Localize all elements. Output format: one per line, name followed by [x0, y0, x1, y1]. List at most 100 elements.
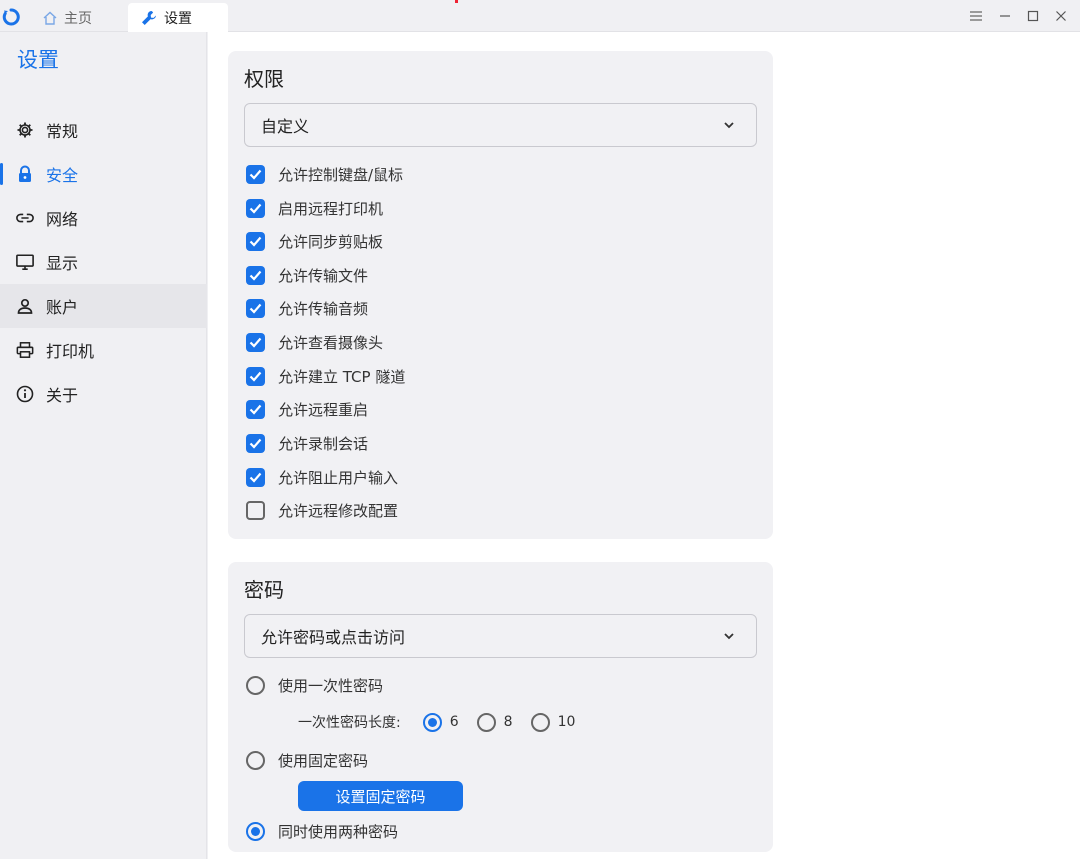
one-time-password-option[interactable]: 使用一次性密码: [246, 673, 383, 697]
tab-home[interactable]: 主页: [40, 3, 120, 32]
perm-clipboard[interactable]: 允许同步剪贴板: [246, 229, 383, 253]
radio-selected[interactable]: [246, 821, 265, 841]
perm-record-session[interactable]: 允许录制会话: [246, 431, 368, 455]
both-passwords-option[interactable]: 同时使用两种密码: [246, 819, 398, 843]
link-icon: [16, 209, 34, 227]
perm-remote-printer[interactable]: 启用远程打印机: [246, 196, 383, 220]
checkbox-label: 允许控制键盘/鼠标: [278, 165, 404, 184]
length-value: 6: [449, 714, 459, 730]
radio-label: 使用固定密码: [278, 751, 369, 770]
checkbox-label: 允许同步剪贴板: [278, 232, 384, 251]
sidebar-item-label: 打印机: [46, 342, 95, 361]
checkbox-label: 允许建立 TCP 隧道: [278, 367, 406, 386]
sidebar-item-security[interactable]: 安全: [0, 152, 207, 196]
tab-settings[interactable]: 设置: [128, 3, 228, 32]
checkbox-checked[interactable]: [246, 198, 265, 218]
tab-home-label: 主页: [64, 10, 92, 27]
chevron-down-icon: [724, 633, 734, 640]
password-mode-value: 允许密码或点击访问: [261, 628, 406, 647]
checkbox-checked[interactable]: [246, 164, 265, 184]
menu-icon[interactable]: [968, 8, 984, 24]
home-icon: [43, 11, 57, 25]
sidebar-item-display[interactable]: 显示: [0, 240, 207, 284]
chevron-down-icon: [724, 122, 734, 129]
checkbox-label: 允许阻止用户输入: [278, 468, 399, 487]
sidebar-item-about[interactable]: 关于: [0, 372, 207, 416]
sidebar-title: 设置: [17, 48, 59, 72]
info-icon: [16, 385, 34, 403]
radio-unselected[interactable]: [530, 712, 550, 732]
sidebar-item-network[interactable]: 网络: [0, 196, 207, 240]
set-fixed-password-button[interactable]: 设置固定密码: [298, 781, 463, 811]
checkbox-label: 允许远程修改配置: [278, 501, 399, 520]
sidebar-item-account[interactable]: 账户: [0, 284, 207, 328]
permission-mode-value: 自定义: [261, 117, 310, 136]
tab-settings-label: 设置: [164, 10, 192, 27]
checkbox-checked[interactable]: [246, 366, 265, 386]
radio-selected[interactable]: [422, 712, 442, 732]
printer-icon: [16, 341, 34, 359]
checkbox-label: 允许远程重启: [278, 400, 369, 419]
password-length-row: 一次性密码长度: 6 8 10: [298, 710, 593, 734]
length-option-8[interactable]: 8: [476, 712, 513, 732]
password-card: 密码 允许密码或点击访问 使用一次性密码 一次性密码长度: 6 8 10 使用固…: [228, 562, 773, 852]
checkbox-checked[interactable]: [246, 332, 265, 352]
radio-label: 同时使用两种密码: [278, 822, 399, 841]
perm-remote-restart[interactable]: 允许远程重启: [246, 397, 368, 421]
perm-remote-config[interactable]: 允许远程修改配置: [246, 498, 398, 522]
sidebar-item-general[interactable]: 常规: [0, 108, 207, 152]
radio-label: 使用一次性密码: [278, 676, 384, 695]
checkbox-label: 允许录制会话: [278, 434, 369, 453]
permission-mode-select[interactable]: 自定义: [244, 103, 757, 147]
radio-unselected[interactable]: [246, 750, 265, 770]
lock-icon: [16, 165, 34, 183]
sidebar-item-label: 网络: [46, 210, 79, 229]
title-bar: 主页 设置: [0, 0, 1080, 32]
monitor-icon: [16, 253, 34, 271]
radio-unselected[interactable]: [476, 712, 496, 732]
checkbox-unchecked[interactable]: [246, 500, 265, 520]
red-marker: [455, 0, 458, 3]
checkbox-checked[interactable]: [246, 231, 265, 251]
gear-icon: [16, 121, 34, 139]
permissions-card: 权限 自定义 允许控制键盘/鼠标 启用远程打印机 允许同步剪贴板 允许传输文件 …: [228, 51, 773, 539]
scrollbar[interactable]: [1068, 32, 1080, 859]
length-option-10[interactable]: 10: [530, 712, 576, 732]
perm-file-transfer[interactable]: 允许传输文件: [246, 263, 368, 287]
password-length-label: 一次性密码长度:: [298, 715, 401, 731]
password-title: 密码: [244, 578, 284, 602]
sidebar-item-label: 关于: [46, 386, 79, 405]
fixed-password-option[interactable]: 使用固定密码: [246, 748, 368, 772]
perm-keyboard-mouse[interactable]: 允许控制键盘/鼠标: [246, 162, 403, 186]
sidebar-item-label: 常规: [46, 122, 79, 141]
checkbox-label: 允许传输音频: [278, 299, 369, 318]
perm-camera[interactable]: 允许查看摄像头: [246, 330, 383, 354]
sidebar-item-printer[interactable]: 打印机: [0, 328, 207, 372]
checkbox-checked[interactable]: [246, 433, 265, 453]
length-option-6[interactable]: 6: [422, 712, 459, 732]
checkbox-label: 允许传输文件: [278, 266, 369, 285]
checkbox-checked[interactable]: [246, 265, 265, 285]
permissions-title: 权限: [244, 67, 284, 91]
user-icon: [16, 297, 34, 315]
perm-tcp-tunnel[interactable]: 允许建立 TCP 隧道: [246, 364, 405, 388]
length-value: 10: [557, 714, 576, 730]
maximize-icon[interactable]: [1025, 8, 1041, 24]
settings-content: 权限 自定义 允许控制键盘/鼠标 启用远程打印机 允许同步剪贴板 允许传输文件 …: [208, 32, 1068, 859]
checkbox-label: 启用远程打印机: [278, 199, 384, 218]
checkbox-label: 允许查看摄像头: [278, 333, 384, 352]
wrench-icon: [142, 10, 156, 25]
length-value: 8: [503, 714, 513, 730]
checkbox-checked[interactable]: [246, 399, 265, 419]
perm-audio[interactable]: 允许传输音频: [246, 296, 368, 320]
radio-unselected[interactable]: [246, 675, 265, 695]
minimize-icon[interactable]: [997, 8, 1013, 24]
close-icon[interactable]: [1053, 8, 1069, 24]
perm-block-input[interactable]: 允许阻止用户输入: [246, 465, 398, 489]
password-mode-select[interactable]: 允许密码或点击访问: [244, 614, 757, 658]
checkbox-checked[interactable]: [246, 467, 265, 487]
sidebar-item-label: 账户: [46, 298, 79, 317]
app-logo-icon: [2, 8, 20, 26]
sidebar-item-label: 显示: [46, 254, 79, 273]
checkbox-checked[interactable]: [246, 298, 265, 318]
